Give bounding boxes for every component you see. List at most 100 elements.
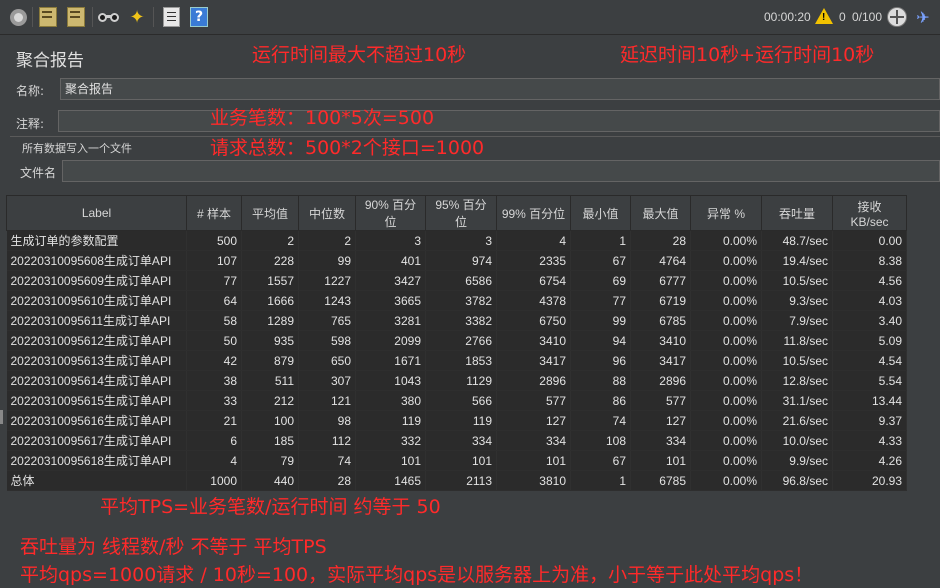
globe-icon [887, 7, 907, 27]
name-label: 名称: [16, 84, 45, 98]
toolbar: ✦ ? 00:00:20 ! 0 0/100 ✈ [0, 0, 940, 35]
broom-icon [39, 7, 57, 27]
table-row[interactable]: 总体 1000 440 28 1465 2113 3810 1 6785 0.00% 96.8/se… [6, 470, 907, 491]
comment-field[interactable] [58, 110, 940, 132]
table-cell: 21.6/sec [761, 410, 833, 431]
table-cell: 1289 [241, 310, 299, 331]
remote-status-button[interactable] [885, 5, 909, 29]
table-cell: 0.00% [690, 470, 762, 491]
table-cell: 21 [186, 410, 242, 431]
table-cell: 4 [186, 450, 242, 471]
table-row[interactable]: 20220310095611生成订单API 58 1289 765 3281 3382 67… [6, 310, 907, 331]
table-cell: 11.8/sec [761, 330, 833, 351]
table-cell: 28 [630, 230, 691, 251]
column-header[interactable]: 中位数 [298, 195, 356, 231]
annotation-max-runtime: 运行时间最大不超过10秒 [252, 44, 467, 66]
table-cell: 94 [570, 330, 631, 351]
table-cell: 2 [241, 230, 299, 251]
table-cell: 4 [496, 230, 571, 251]
column-header[interactable]: 接收 KB/sec [832, 195, 907, 231]
table-cell: 577 [496, 390, 571, 411]
column-header[interactable]: 95% 百分位 [425, 195, 497, 231]
table-row[interactable]: 20220310095616生成订单API 21 100 98 119 119 127 74 1… [6, 410, 907, 431]
column-header[interactable]: 99% 百分位 [496, 195, 571, 231]
table-row[interactable]: 20220310095618生成订单API 4 79 74 101 101 101 67 101… [6, 450, 907, 471]
table-cell: 19.4/sec [761, 250, 833, 271]
table-row[interactable]: 20220310095610生成订单API 64 1666 1243 3665 3782 4… [6, 290, 907, 311]
table-cell: 33 [186, 390, 242, 411]
table-row[interactable]: 20220310095613生成订单API 42 879 650 1671 1853 341… [6, 350, 907, 371]
table-cell: 99 [570, 310, 631, 331]
table-row[interactable]: 20220310095612生成订单API 50 935 598 2099 2766 341… [6, 330, 907, 351]
log-viewer-button[interactable]: ✈ [911, 5, 935, 29]
table-cell: 0.00 [832, 230, 907, 251]
table-cell: 0.00% [690, 370, 762, 391]
search-button[interactable] [97, 5, 121, 29]
table-cell: 228 [241, 250, 299, 271]
column-header[interactable]: 最大值 [630, 195, 691, 231]
table-row[interactable]: 20220310095614生成订单API 38 511 307 1043 1129 289… [6, 370, 907, 391]
column-header[interactable]: 最小值 [570, 195, 631, 231]
function-helper-button[interactable] [159, 5, 183, 29]
table-cell: 1666 [241, 290, 299, 311]
table-cell: 935 [241, 330, 299, 351]
annotation-throughput: 吞吐量为 线程数/秒 不等于 平均TPS [20, 536, 327, 558]
write-all-label: 所有数据写入一个文件 [22, 142, 132, 155]
table-row[interactable]: 20220310095608生成订单API 107 228 99 401 974 2335 6… [6, 250, 907, 271]
table-cell: 879 [241, 350, 299, 371]
resize-handle[interactable] [0, 410, 3, 424]
table-cell: 0.00% [690, 270, 762, 291]
row-label: 20220310095609生成订单API [6, 270, 187, 291]
column-header[interactable]: 平均值 [241, 195, 299, 231]
column-header[interactable]: # 样本 [186, 195, 242, 231]
annotation-avg-qps: 平均qps=1000请求 / 10秒=100，实际平均qps是以服务器上为准，小… [20, 564, 814, 586]
table-cell: 2335 [496, 250, 571, 271]
table-cell: 77 [570, 290, 631, 311]
table-cell: 79 [241, 450, 299, 471]
table-row[interactable]: 20220310095609生成订单API 77 1557 1227 3427 6586 6… [6, 270, 907, 291]
table-cell: 6754 [496, 270, 571, 291]
table-cell: 974 [425, 250, 497, 271]
table-cell: 99 [298, 250, 356, 271]
table-cell: 0.00% [690, 450, 762, 471]
column-header[interactable]: 吞吐量 [761, 195, 833, 231]
table-header-row: Label # 样本 平均值 中位数 90% 百分位 95% 百分位 99% 百分位 最小值最… [6, 195, 907, 231]
table-cell: 96.8/sec [761, 470, 833, 491]
table-cell: 0.00% [690, 350, 762, 371]
list-icon [162, 7, 180, 27]
table-cell: 566 [425, 390, 497, 411]
help-button[interactable]: ? [187, 5, 211, 29]
table-cell: 10.5/sec [761, 350, 833, 371]
table-cell: 67 [570, 250, 631, 271]
filename-field[interactable] [62, 160, 940, 182]
table-row[interactable]: 20220310095617生成订单API 6 185 112 332 334 334 108… [6, 430, 907, 451]
table-cell: 3281 [355, 310, 426, 331]
stop-button[interactable] [6, 5, 30, 29]
clear-all-button[interactable] [64, 5, 88, 29]
column-header[interactable]: Label [6, 195, 187, 231]
reset-search-button[interactable]: ✦ [125, 5, 149, 29]
table-row[interactable]: 20220310095615生成订单API 33 212 121 380 566 577 86… [6, 390, 907, 411]
table-cell: 1243 [298, 290, 356, 311]
table-cell: 185 [241, 430, 299, 451]
table-cell: 10.0/sec [761, 430, 833, 451]
table-cell: 511 [241, 370, 299, 391]
table-cell: 0.00% [690, 230, 762, 251]
table-cell: 42 [186, 350, 242, 371]
table-cell: 69 [570, 270, 631, 291]
column-header[interactable]: 异常 % [690, 195, 762, 231]
clear-button[interactable] [36, 5, 60, 29]
name-field[interactable]: 聚合报告 [60, 78, 940, 100]
table-cell: 9.37 [832, 410, 907, 431]
table-cell: 598 [298, 330, 356, 351]
binoculars-icon [98, 10, 120, 24]
stop-icon [9, 8, 27, 26]
table-cell: 1129 [425, 370, 497, 391]
column-header[interactable]: 90% 百分位 [355, 195, 426, 231]
table-cell: 332 [355, 430, 426, 451]
table-cell: 48.7/sec [761, 230, 833, 251]
table-cell: 2896 [630, 370, 691, 391]
table-cell: 4.03 [832, 290, 907, 311]
table-cell: 6719 [630, 290, 691, 311]
table-row[interactable]: 生成订单的参数配置 500 2 2 3 3 4 1 28 0.00% 48.7/sec 0.00 [6, 230, 907, 251]
